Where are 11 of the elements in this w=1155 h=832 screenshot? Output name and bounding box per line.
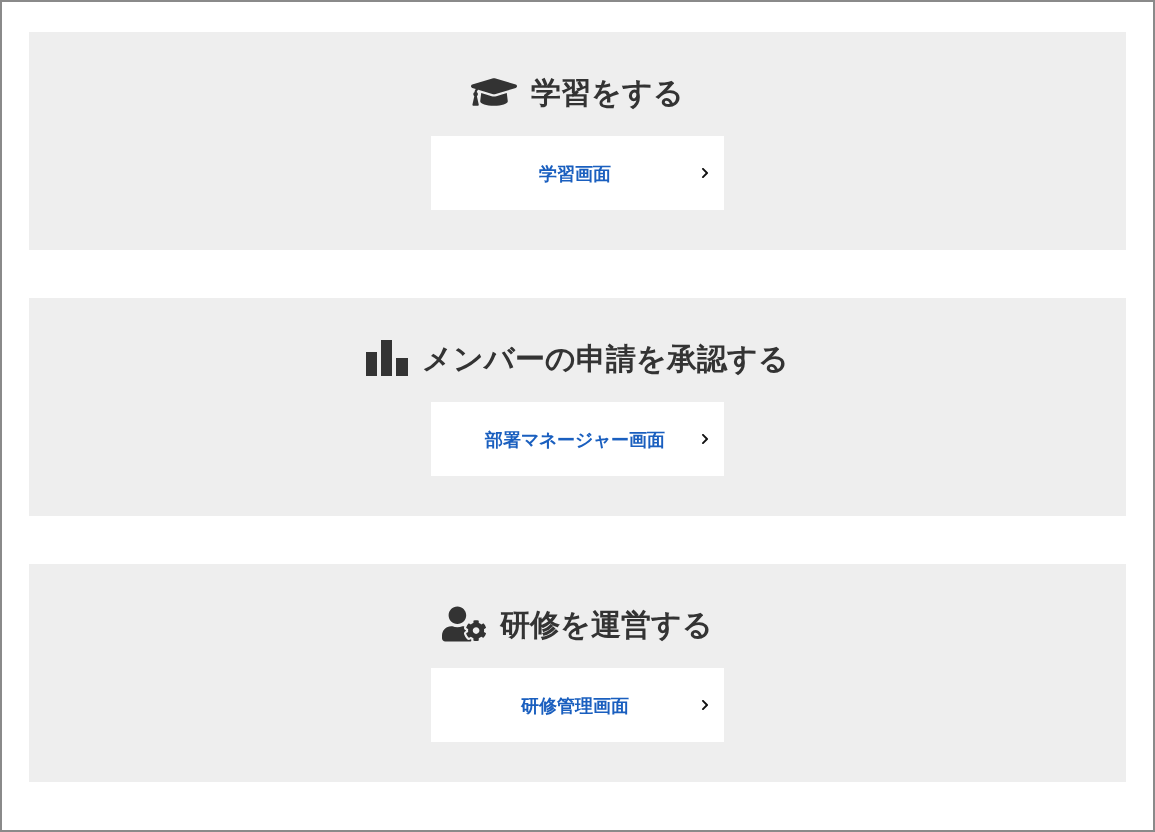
screen-link-button[interactable]: 研修管理画面 (431, 668, 724, 742)
user-gear-icon (442, 606, 486, 642)
section-title: メンバーの申請を承認する (422, 339, 789, 378)
section-title: 研修を運営する (500, 605, 713, 644)
screen-link-button[interactable]: 学習画面 (431, 136, 724, 210)
chevron-right-icon (700, 167, 710, 179)
bar-chart-icon (366, 340, 408, 376)
screen-link-button[interactable]: 部署マネージャー画面 (431, 402, 724, 476)
chevron-right-icon (700, 433, 710, 445)
chevron-right-icon (700, 699, 710, 711)
section-title: 学習をする (531, 73, 684, 112)
